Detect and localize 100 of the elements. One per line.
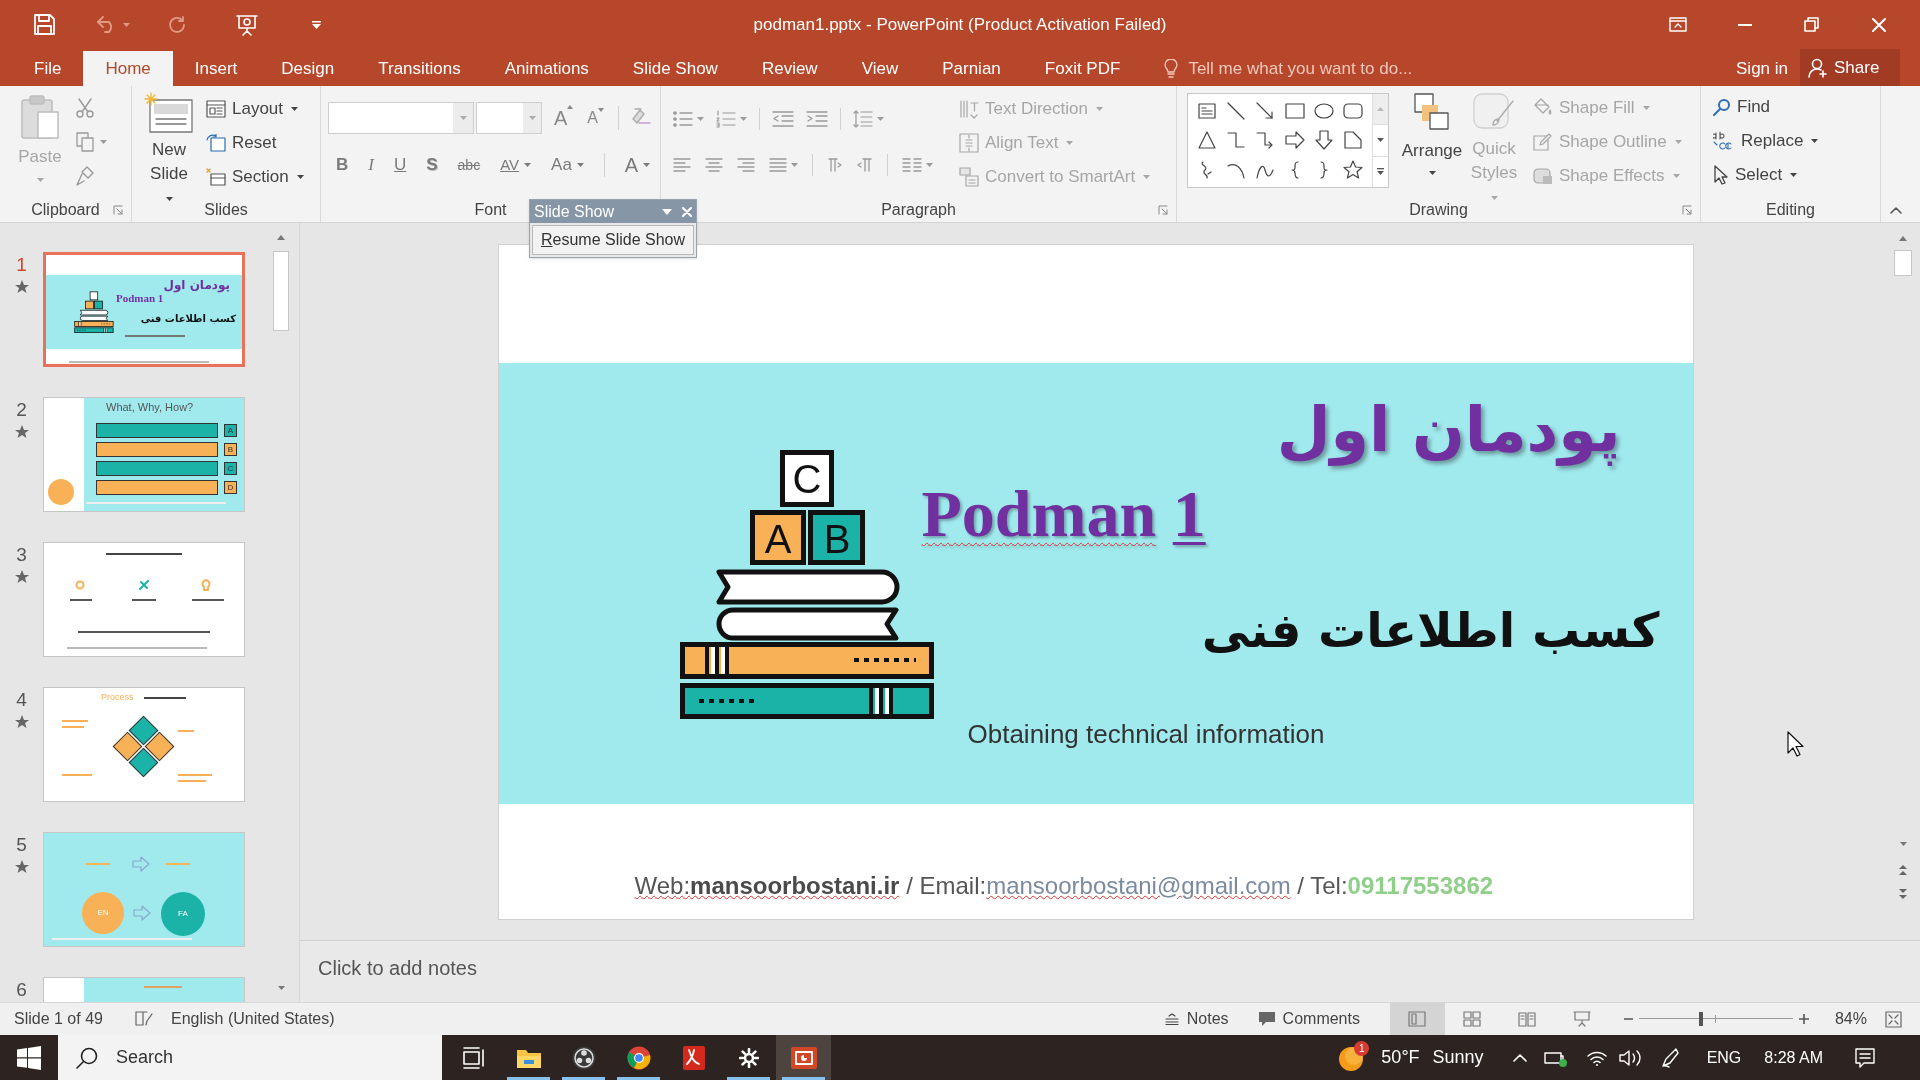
fit-to-window-button[interactable] (1885, 1010, 1902, 1028)
tell-me-field[interactable]: Tell me what you want to do... (1164, 51, 1413, 86)
clock[interactable]: 8:28 AM (1764, 1045, 1823, 1070)
font-size-field[interactable] (476, 102, 542, 134)
toolbar-options-button[interactable] (662, 208, 672, 215)
slide-number: 3 (16, 544, 27, 566)
dialog-launcher-button[interactable] (1158, 205, 1168, 215)
oval-shape-icon[interactable] (1314, 100, 1334, 121)
wifi-icon[interactable] (1586, 1049, 1607, 1066)
down-arrow-shape-icon[interactable] (1314, 130, 1334, 151)
ribbon-tab[interactable]: File (12, 51, 84, 86)
zoom-slider-thumb[interactable] (1698, 1012, 1703, 1026)
section-button[interactable]: Section (202, 162, 308, 192)
undo-button[interactable] (97, 16, 130, 33)
ribbon-tab[interactable]: Home (83, 51, 173, 86)
ribbon-tab[interactable]: Foxit PDF (1022, 51, 1143, 86)
ribbon-group-label: Paragraph (881, 200, 956, 220)
slide-thumbnail[interactable] (43, 542, 245, 657)
double-caret-down-icon (1899, 889, 1907, 899)
presentation-app-button[interactable] (776, 1035, 831, 1080)
text-box-shape-icon[interactable] (1196, 100, 1217, 121)
sign-in-link[interactable]: Sign in (1724, 51, 1800, 86)
justify-button[interactable] (769, 157, 798, 173)
projector-screen-icon (1573, 1011, 1592, 1027)
rounded-rectangle-shape-icon[interactable] (1343, 100, 1364, 121)
columns-icon (902, 157, 922, 173)
font-name-field[interactable] (328, 102, 474, 134)
columns-button[interactable] (902, 157, 933, 173)
italic-button[interactable]: I (368, 152, 374, 178)
right-to-left-button[interactable] (857, 158, 873, 172)
left-to-right-button[interactable] (827, 158, 843, 172)
input-language[interactable]: ENG (1706, 1045, 1742, 1070)
layout-button[interactable]: Layout (202, 94, 308, 124)
replace-button[interactable]: Replace (1709, 126, 1880, 156)
search-field[interactable]: Search (58, 1035, 442, 1080)
save-button[interactable] (32, 12, 56, 37)
ribbon-tab[interactable]: Slide Show (610, 51, 740, 86)
line-spacing-button[interactable] (853, 110, 884, 128)
font-color-button[interactable]: A (624, 150, 651, 180)
slide-thumbnail[interactable]: What, Why, How? A B C D (43, 397, 245, 512)
grow-font-button[interactable]: A (554, 103, 574, 133)
bold-button[interactable]: B (336, 152, 349, 178)
underline-button[interactable]: U (393, 152, 407, 178)
scrollbar-thumb[interactable] (273, 251, 289, 331)
rectangle-shape-icon[interactable] (1284, 100, 1305, 121)
redo-button[interactable] (168, 15, 186, 34)
numbering-button[interactable] (716, 110, 747, 128)
copy-button[interactable] (76, 132, 107, 152)
select-button[interactable]: Select (1709, 160, 1880, 190)
text-shadow-button[interactable]: S (426, 152, 438, 178)
find-button[interactable]: Find (1709, 92, 1880, 122)
weather-button[interactable]: 1 50°F Sunny (1337, 1035, 1484, 1080)
new-slide-button[interactable]: New Slide (140, 92, 198, 192)
gallery-scroll-down-button[interactable] (1373, 124, 1388, 157)
folder-icon (516, 1047, 541, 1068)
notes-button[interactable]: Notes (1164, 1007, 1229, 1031)
shrink-font-button[interactable]: A (587, 106, 604, 130)
arrow-line-shape-icon[interactable] (1255, 100, 1276, 121)
toolbar-close-button[interactable] (682, 206, 692, 217)
elbow-connector-shape-icon[interactable] (1226, 130, 1246, 151)
speaker-icon[interactable] (1618, 1048, 1643, 1067)
ribbon-tab[interactable]: View (839, 51, 921, 86)
comments-button[interactable]: Comments (1258, 1007, 1360, 1031)
line-shape-icon[interactable] (1226, 100, 1246, 121)
snip-shape-icon[interactable] (1343, 130, 1364, 151)
arrange-button[interactable]: Arrange (1403, 93, 1461, 193)
close-icon (1871, 17, 1886, 32)
ribbon-tab[interactable]: Design (259, 51, 357, 86)
action-center-button[interactable] (1855, 1047, 1875, 1068)
reset-button[interactable]: Reset (202, 128, 308, 158)
thumbnail-text-line (178, 780, 206, 782)
dialog-launcher-button[interactable] (113, 205, 123, 215)
triangle-shape-icon[interactable] (1196, 130, 1217, 151)
presentation-button[interactable] (236, 13, 258, 36)
ribbon-tab[interactable]: Animations (482, 51, 611, 86)
collapse-ribbon-button[interactable] (1890, 207, 1902, 214)
ribbon-tab[interactable]: Insert (172, 51, 260, 86)
double-caret-up-icon (1899, 865, 1907, 875)
caret-icon (1377, 138, 1384, 143)
resume-slide-show-button[interactable]: Resume Slide Show (532, 225, 694, 255)
share-button[interactable]: Share (1800, 49, 1900, 86)
right-arrow-shape-icon[interactable] (1284, 130, 1305, 151)
star-shape-icon[interactable] (1343, 160, 1364, 181)
strikethrough-button[interactable]: abc (457, 154, 481, 176)
ribbon-tab[interactable]: Parnian (920, 51, 1023, 86)
customize-toolbar-button[interactable] (312, 20, 321, 29)
dialog-launcher-button[interactable] (1682, 205, 1692, 215)
thumbnail-text-line (125, 335, 185, 337)
zoom-in-button[interactable] (1798, 1014, 1809, 1024)
proofing-button[interactable] (134, 1011, 153, 1027)
zoom-slider-track[interactable] (1638, 1012, 1793, 1026)
ribbon-tab[interactable]: Transitions (356, 51, 483, 86)
bullets-button[interactable] (673, 111, 704, 127)
pen-icon[interactable] (1660, 1047, 1679, 1068)
character-spacing-button[interactable]: AV (500, 153, 532, 177)
scrollbar-thumb[interactable] (1894, 250, 1912, 276)
show-hidden-icons-button[interactable] (1512, 1053, 1527, 1062)
change-case-button[interactable]: Aa (551, 152, 584, 178)
ribbon-tab[interactable]: Review (739, 51, 840, 86)
language-button[interactable]: English (United States) (170, 1007, 335, 1031)
